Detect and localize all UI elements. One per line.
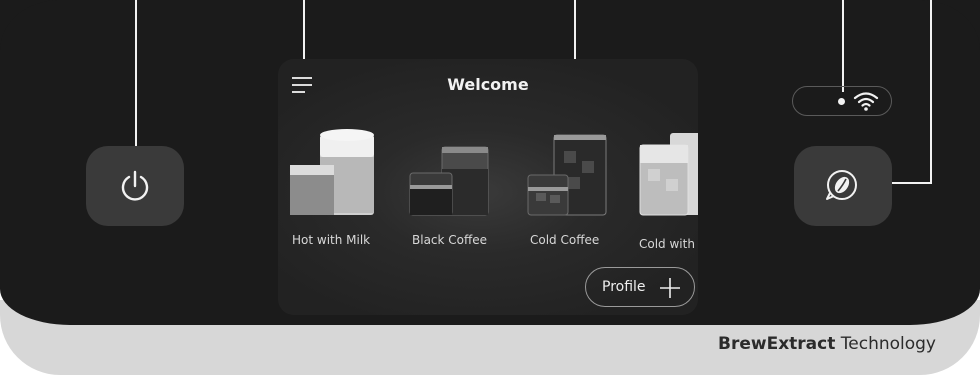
brand-suffix: Technology	[835, 334, 936, 354]
drink-hot-with-milk[interactable]	[288, 119, 378, 249]
power-icon	[121, 170, 149, 201]
drink-black-coffee[interactable]	[406, 119, 496, 249]
coffee-bean-button[interactable]	[794, 146, 892, 226]
drink-label: Black Coffee	[412, 233, 488, 247]
power-button[interactable]	[86, 146, 184, 226]
drink-label: Cold with Milk	[639, 237, 698, 251]
screen-title: Welcome	[447, 75, 529, 94]
touch-screen: Welcome Hot with Milk Black Coffee Cold …	[278, 59, 698, 315]
control-panel-top	[0, 0, 980, 60]
plus-icon	[660, 278, 680, 298]
brand-name: BrewExtract	[718, 334, 836, 354]
wifi-icon	[853, 92, 879, 111]
drink-cold-with-milk[interactable]	[638, 119, 698, 249]
drink-cold-coffee[interactable]	[524, 119, 614, 249]
callout-line-power	[135, 0, 137, 146]
drink-label: Cold Coffee	[530, 233, 600, 247]
status-dot	[838, 98, 845, 105]
black-coffee-image	[409, 146, 489, 216]
hot-with-milk-image	[290, 129, 374, 215]
add-profile-button[interactable]: Profile	[585, 267, 695, 307]
wifi-status[interactable]	[792, 86, 892, 116]
brand-label: BrewExtract Technology	[718, 334, 936, 354]
coffee-machine: Welcome Hot with Milk Black Coffee Cold …	[0, 0, 980, 375]
cold-coffee-image	[527, 134, 607, 216]
drink-label: Hot with Milk	[292, 233, 371, 247]
coffee-bean-icon	[826, 170, 857, 200]
profile-label: Profile	[602, 279, 646, 295]
cold-with-milk-image	[639, 133, 698, 216]
callout-line-wifi	[842, 0, 844, 92]
callout-line-bean-vertical	[930, 0, 932, 184]
